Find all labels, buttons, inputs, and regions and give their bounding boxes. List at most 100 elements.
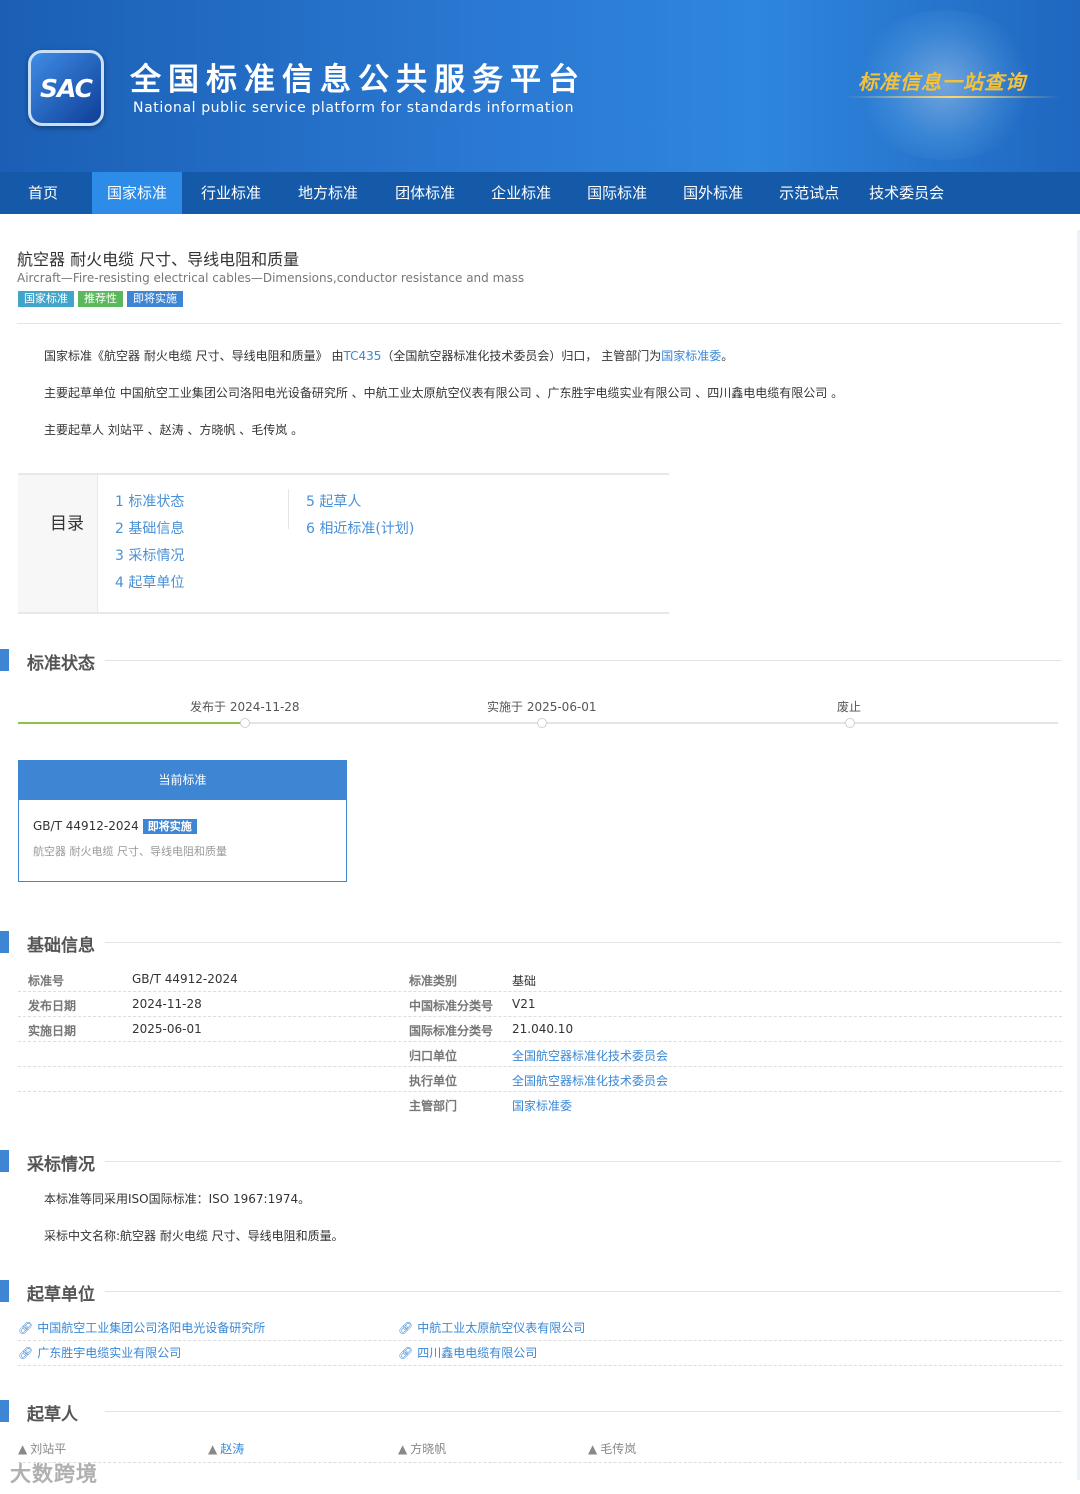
- timeline-dot-published: [240, 718, 250, 728]
- info-value: 2024-11-28: [132, 997, 202, 1011]
- section-marker: [0, 649, 9, 671]
- section-people-header: 起草人: [0, 1400, 1062, 1425]
- info-key: 主管部门: [409, 1099, 458, 1113]
- toc-item-basic[interactable]: 2 基础信息: [115, 518, 184, 545]
- site-header: SAC 全国标准信息公共服务平台 National public service…: [0, 0, 1080, 172]
- info-value: 基础: [512, 974, 537, 988]
- site-title: 全国标准信息公共服务平台: [130, 62, 586, 98]
- link-icon: 🔗︎: [398, 1321, 414, 1335]
- intro-text: （全国航空器标准化技术委员会）归口， 主管部门为: [381, 349, 662, 363]
- intro-text: 国家标准《航空器 耐火电缆 尺寸、导线电阻和质量》 由: [44, 349, 344, 363]
- info-row: 实施日期 2025-06-01 国际标准分类号 21.040.10: [18, 1017, 1062, 1042]
- toc-item-adoption[interactable]: 3 采标情况: [115, 545, 184, 572]
- timeline-dot-abolished: [845, 718, 855, 728]
- drafter[interactable]: ▲ 刘站平: [18, 1440, 66, 1457]
- intro-text: 。: [721, 349, 734, 363]
- info-row: 标准号 GB/T 44912-2024 标准类别 基础: [18, 967, 1062, 992]
- toc-item-units[interactable]: 4 起草单位: [115, 572, 184, 599]
- status-badges: 国家标准 推荐性 即将实施: [18, 291, 183, 307]
- toc-item-drafters[interactable]: 5 起草人: [306, 491, 414, 518]
- section-marker: [0, 1400, 9, 1422]
- link-icon: 🔗︎: [398, 1346, 414, 1360]
- nav-national[interactable]: 国家标准: [92, 172, 183, 214]
- section-rule: [105, 1411, 1062, 1412]
- toc-column-2: 5 起草人 6 相近标准(计划): [306, 491, 414, 545]
- nav-foreign[interactable]: 国外标准: [665, 172, 761, 214]
- dept-link[interactable]: 国家标准委: [512, 1097, 572, 1114]
- section-title: 采标情况: [27, 1155, 95, 1175]
- watermark: 大数跨境: [10, 1462, 98, 1486]
- logo-text: SAC: [40, 73, 93, 103]
- toc-separator: [288, 489, 289, 529]
- badge-recommended: 推荐性: [78, 291, 123, 307]
- nav-group[interactable]: 团体标准: [377, 172, 473, 214]
- drafter[interactable]: ▲ 毛传岚: [588, 1440, 636, 1457]
- section-adoption-header: 采标情况: [0, 1150, 1062, 1175]
- info-key: 实施日期: [28, 1024, 77, 1038]
- drafter[interactable]: ▲ 方晓帆: [398, 1440, 446, 1457]
- info-value: 2025-06-01: [132, 1022, 202, 1036]
- executor-link[interactable]: 全国航空器标准化技术委员会: [512, 1072, 668, 1089]
- card-header: 当前标准: [19, 761, 346, 800]
- table-of-contents: 目录 1 标准状态 2 基础信息 3 采标情况 4 起草单位 5 起草人 6 相…: [18, 473, 669, 614]
- nav-local[interactable]: 地方标准: [280, 172, 377, 214]
- section-rule: [105, 942, 1062, 943]
- info-key: 发布日期: [28, 999, 77, 1013]
- section-title: 标准状态: [27, 654, 95, 674]
- slogan-underline: [845, 96, 1060, 98]
- section-marker: [0, 931, 9, 953]
- unit-link[interactable]: 🔗︎ 中航工业太原航空仪表有限公司: [398, 1319, 585, 1336]
- sac-logo[interactable]: SAC: [28, 50, 104, 126]
- section-status-header: 标准状态: [0, 649, 1062, 674]
- section-title: 起草人: [27, 1405, 78, 1425]
- section-title: 起草单位: [27, 1285, 95, 1305]
- nav-industry[interactable]: 行业标准: [182, 172, 280, 214]
- timeline-published: 发布于 2024-11-28: [190, 700, 300, 714]
- section-marker: [0, 1150, 9, 1172]
- nav-enterprise[interactable]: 企业标准: [473, 172, 569, 214]
- drafter-name: 刘站平: [30, 1442, 67, 1456]
- toc-item-status[interactable]: 1 标准状态: [115, 491, 184, 518]
- info-key: 执行单位: [409, 1074, 458, 1088]
- info-key: 标准号: [28, 974, 65, 988]
- drafter[interactable]: ▲ 赵涛: [208, 1440, 244, 1457]
- unit-link[interactable]: 🔗︎ 四川鑫电电缆有限公司: [398, 1344, 537, 1361]
- section-basic-header: 基础信息: [0, 931, 1062, 956]
- user-icon: ▲: [208, 1442, 218, 1456]
- info-row: 主管部门 国家标准委: [18, 1092, 1062, 1117]
- unit-name: 四川鑫电电缆有限公司: [417, 1346, 538, 1360]
- section-rule: [105, 1291, 1062, 1292]
- intro-line-3: 主要起草人 刘站平 、赵涛 、方晓帆 、毛传岚 。: [44, 423, 304, 437]
- tc-link[interactable]: TC435: [343, 349, 381, 363]
- nav-home[interactable]: 首页: [0, 172, 92, 214]
- timeline-dot-effective: [537, 718, 547, 728]
- main-nav: 首页 国家标准 行业标准 地方标准 团体标准 企业标准 国际标准 国外标准 示范…: [0, 172, 1080, 214]
- nav-committee[interactable]: 技术委员会: [853, 172, 958, 214]
- unit-link[interactable]: 🔗︎ 中国航空工业集团公司洛阳电光设备研究所: [18, 1319, 265, 1336]
- user-icon: ▲: [398, 1442, 408, 1456]
- card-name: 航空器 耐火电缆 尺寸、导线电阻和质量: [33, 845, 227, 858]
- section-title: 基础信息: [27, 936, 95, 956]
- timeline-progress: [18, 722, 245, 724]
- current-standard-card[interactable]: 当前标准 GB/T 44912-2024 即将实施 航空器 耐火电缆 尺寸、导线电…: [18, 760, 347, 882]
- dept-link[interactable]: 国家标准委: [661, 349, 721, 363]
- toc-title: 目录: [50, 514, 84, 534]
- user-icon: ▲: [18, 1442, 28, 1456]
- committee-link[interactable]: 全国航空器标准化技术委员会: [512, 1047, 668, 1064]
- page-title-en: Aircraft—Fire-resisting electrical cable…: [17, 271, 525, 285]
- nav-pilot[interactable]: 示范试点: [761, 172, 853, 214]
- section-rule: [105, 1161, 1062, 1162]
- nav-international[interactable]: 国际标准: [569, 172, 665, 214]
- badge-upcoming: 即将实施: [127, 291, 183, 307]
- unit-name: 中航工业太原航空仪表有限公司: [417, 1321, 586, 1335]
- toc-item-related[interactable]: 6 相近标准(计划): [306, 518, 414, 545]
- adoption-line-1: 本标准等同采用ISO国际标准：ISO 1967:1974。: [44, 1192, 311, 1206]
- info-value: GB/T 44912-2024: [132, 972, 238, 986]
- unit-link[interactable]: 🔗︎ 广东胜宇电缆实业有限公司: [18, 1344, 181, 1361]
- info-value: V21: [512, 997, 536, 1011]
- divider: [18, 1462, 1062, 1463]
- divider: [17, 323, 1062, 324]
- info-key: 国际标准分类号: [409, 1024, 494, 1038]
- section-rule: [105, 660, 1062, 661]
- info-row: 执行单位 全国航空器标准化技术委员会: [18, 1067, 1062, 1092]
